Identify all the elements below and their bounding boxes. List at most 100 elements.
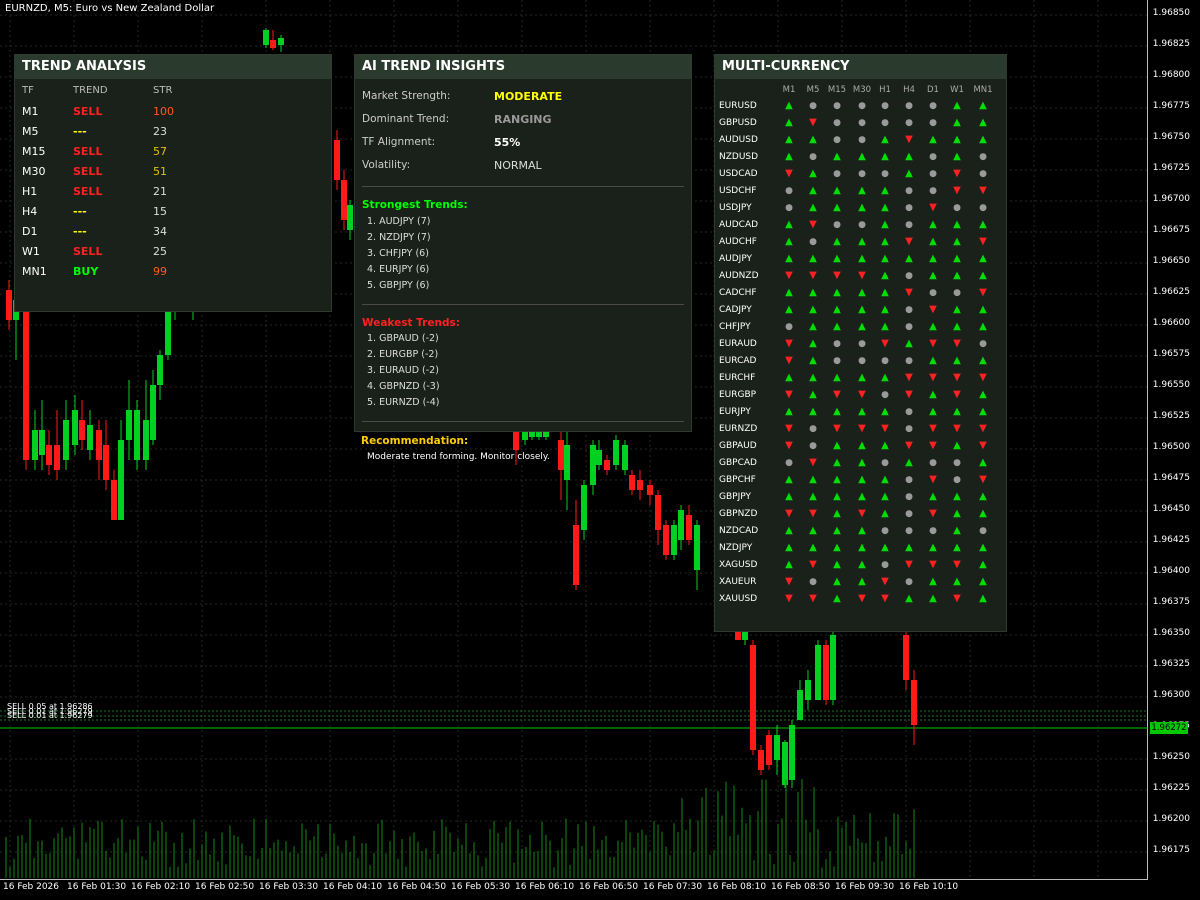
- timeframe-header: W1: [950, 85, 964, 95]
- currency-symbol[interactable]: XAGUSD: [719, 560, 757, 570]
- currency-symbol[interactable]: EURCHF: [719, 373, 755, 383]
- trend-tf: W1: [22, 245, 40, 258]
- trend-analysis-panel: TREND ANALYSIS TF TREND STR M1 SELL 100 M5 -…: [14, 54, 332, 312]
- candle-body: [590, 445, 596, 485]
- currency-symbol[interactable]: USDCAD: [719, 169, 758, 179]
- up-arrow-icon: ▲: [785, 236, 793, 247]
- time-tick-label: 16 Feb 09:30: [835, 882, 895, 892]
- currency-symbol[interactable]: XAUEUR: [719, 577, 756, 587]
- currency-symbol[interactable]: CADJPY: [719, 305, 752, 315]
- price-tick-label: 1.96725: [1152, 163, 1190, 173]
- currency-symbol[interactable]: GBPAUD: [719, 441, 757, 451]
- up-arrow-icon: ▲: [785, 406, 793, 417]
- candle-body: [103, 445, 109, 480]
- up-arrow-icon: ▲: [809, 372, 817, 383]
- currency-symbol[interactable]: EURAUD: [719, 339, 757, 349]
- up-arrow-icon: ▲: [881, 508, 889, 519]
- up-arrow-icon: ▲: [953, 406, 961, 417]
- currency-symbol[interactable]: EURUSD: [719, 101, 757, 111]
- neutral-dot-icon: ●: [858, 135, 866, 145]
- up-arrow-icon: ▲: [858, 406, 866, 417]
- up-arrow-icon: ▲: [833, 525, 841, 536]
- up-arrow-icon: ▲: [881, 406, 889, 417]
- currency-symbol[interactable]: NZDJPY: [719, 543, 752, 553]
- strongest-item: 4. EURJPY (6): [367, 264, 430, 275]
- currency-symbol[interactable]: AUDNZD: [719, 271, 759, 281]
- candle-body: [637, 480, 643, 490]
- down-arrow-icon: ▼: [929, 559, 937, 570]
- currency-symbol[interactable]: EURCAD: [719, 356, 756, 366]
- currency-symbol[interactable]: GBPCAD: [719, 458, 757, 468]
- price-tick-label: 1.96450: [1152, 504, 1190, 514]
- currency-symbol[interactable]: EURJPY: [719, 407, 751, 417]
- currency-symbol[interactable]: NZDCAD: [719, 526, 758, 536]
- weakest-item: 1. GBPAUD (-2): [367, 333, 439, 344]
- candle-body: [96, 430, 102, 460]
- neutral-dot-icon: ●: [881, 560, 889, 570]
- tf-header: TF: [22, 85, 34, 96]
- up-arrow-icon: ▲: [785, 134, 793, 145]
- neutral-dot-icon: ●: [881, 356, 889, 366]
- order-label[interactable]: SELL 0.01 at 1.96279: [7, 711, 93, 720]
- trend-strength: 23: [153, 125, 167, 138]
- currency-symbol[interactable]: GBPNZD: [719, 509, 757, 519]
- down-arrow-icon: ▼: [929, 474, 937, 485]
- currency-symbol[interactable]: AUDCAD: [719, 220, 758, 230]
- currency-symbol[interactable]: GBPJPY: [719, 492, 751, 502]
- neutral-dot-icon: ●: [905, 305, 913, 315]
- down-arrow-icon: ▼: [979, 372, 987, 383]
- down-arrow-icon: ▼: [858, 423, 866, 434]
- trend-row: M1 SELL 100: [15, 105, 331, 121]
- up-arrow-icon: ▲: [929, 491, 937, 502]
- candle-body: [742, 632, 748, 640]
- currency-symbol[interactable]: CADCHF: [719, 288, 757, 298]
- strongest-trends-title: Strongest Trends:: [362, 199, 468, 211]
- up-arrow-icon: ▲: [979, 304, 987, 315]
- currency-symbol[interactable]: USDCHF: [719, 186, 756, 196]
- up-arrow-icon: ▲: [833, 372, 841, 383]
- up-arrow-icon: ▲: [953, 576, 961, 587]
- candle-body: [647, 485, 653, 495]
- up-arrow-icon: ▲: [858, 457, 866, 468]
- candle-body: [529, 432, 535, 437]
- trend-strength: 57: [153, 145, 167, 158]
- price-tick-label: 1.96350: [1152, 628, 1190, 638]
- timeframe-header: M15: [827, 85, 847, 95]
- up-arrow-icon: ▲: [785, 372, 793, 383]
- currency-symbol[interactable]: USDJPY: [719, 203, 752, 213]
- trend-tf: M1: [22, 105, 39, 118]
- candle-body: [596, 450, 602, 465]
- price-tick-label: 1.96225: [1152, 783, 1190, 793]
- currency-symbol[interactable]: GBPCHF: [719, 475, 756, 485]
- up-arrow-icon: ▲: [953, 355, 961, 366]
- up-arrow-icon: ▲: [979, 253, 987, 264]
- trend-tf: H1: [22, 185, 38, 198]
- currency-symbol[interactable]: AUDUSD: [719, 135, 758, 145]
- up-arrow-icon: ▲: [858, 304, 866, 315]
- trend-direction: ---: [73, 125, 87, 138]
- neutral-dot-icon: ●: [858, 118, 866, 128]
- down-arrow-icon: ▼: [881, 423, 889, 434]
- down-arrow-icon: ▼: [785, 168, 793, 179]
- up-arrow-icon: ▲: [881, 304, 889, 315]
- currency-symbol[interactable]: NZDUSD: [719, 152, 758, 162]
- currency-symbol[interactable]: AUDCHF: [719, 237, 757, 247]
- up-arrow-icon: ▲: [881, 287, 889, 298]
- currency-symbol[interactable]: XAUUSD: [719, 594, 757, 604]
- trend-direction: SELL: [73, 145, 103, 158]
- up-arrow-icon: ▲: [929, 270, 937, 281]
- currency-symbol[interactable]: CHFJPY: [719, 322, 751, 332]
- candle-body: [774, 735, 780, 760]
- up-arrow-icon: ▲: [833, 440, 841, 451]
- down-arrow-icon: ▼: [929, 372, 937, 383]
- up-arrow-icon: ▲: [833, 406, 841, 417]
- down-arrow-icon: ▼: [953, 338, 961, 349]
- down-arrow-icon: ▼: [809, 457, 817, 468]
- currency-symbol[interactable]: EURNZD: [719, 424, 757, 434]
- currency-symbol[interactable]: AUDJPY: [719, 254, 752, 264]
- down-arrow-icon: ▼: [953, 185, 961, 196]
- currency-symbol[interactable]: GBPUSD: [719, 118, 757, 128]
- currency-symbol[interactable]: EURGBP: [719, 390, 756, 400]
- up-arrow-icon: ▲: [809, 389, 817, 400]
- candle-body: [805, 680, 811, 700]
